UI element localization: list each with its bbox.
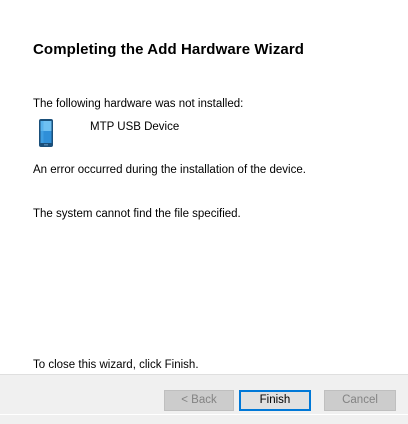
back-button[interactable]: < Back [164, 390, 234, 411]
error-message: An error occurred during the installatio… [33, 164, 306, 176]
footer-divider [0, 414, 408, 415]
add-hardware-wizard: Completing the Add Hardware Wizard The f… [0, 0, 408, 424]
system-message: The system cannot find the file specifie… [33, 208, 241, 220]
wizard-footer: < Back Finish Cancel [0, 374, 408, 424]
device-row: MTP USB Device [38, 118, 338, 148]
finish-button[interactable]: Finish [239, 390, 311, 411]
not-installed-label: The following hardware was not installed… [33, 98, 244, 110]
cancel-button[interactable]: Cancel [324, 390, 396, 411]
close-hint: To close this wizard, click Finish. [33, 359, 199, 371]
wizard-title: Completing the Add Hardware Wizard [33, 41, 305, 58]
device-name: MTP USB Device [90, 121, 180, 133]
portable-device-icon [39, 119, 53, 147]
